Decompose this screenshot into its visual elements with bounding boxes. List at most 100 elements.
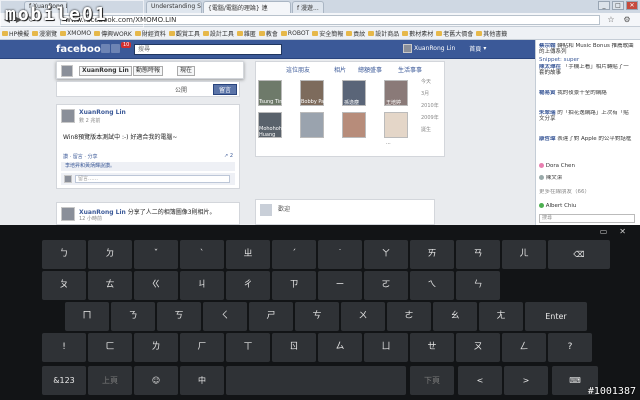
- bookmark-item[interactable]: 老舊大價會: [436, 29, 473, 38]
- bookmark-item[interactable]: 財經資料: [134, 29, 166, 38]
- ticker-item[interactable]: 陳太璋在 「手機上看」相片轉貼了一套的故事: [539, 64, 634, 76]
- friend-name[interactable]: ...: [386, 140, 391, 146]
- privacy-select[interactable]: 公開: [175, 85, 187, 94]
- home-link[interactable]: 首頁: [469, 44, 481, 53]
- tab-life-events[interactable]: 生活事事: [398, 65, 422, 74]
- search-input[interactable]: 搜尋: [134, 44, 282, 55]
- close-icon[interactable]: ✕: [619, 227, 626, 236]
- key[interactable]: ㄣ: [456, 271, 500, 300]
- next-page-key[interactable]: 下頁: [410, 366, 454, 395]
- key[interactable]: ㄚ: [364, 240, 408, 269]
- key[interactable]: ㄙ: [318, 333, 362, 362]
- year-item[interactable]: 2009年: [421, 112, 439, 124]
- key[interactable]: ?: [548, 333, 592, 362]
- key[interactable]: ˙: [318, 240, 362, 269]
- friend-requests-icon[interactable]: [101, 44, 110, 53]
- friend-photo[interactable]: [342, 112, 366, 138]
- chat-contact[interactable]: Albert Chiu: [539, 203, 634, 209]
- post-button[interactable]: 留言: [213, 84, 237, 95]
- friend-name[interactable]: Tsung Ting: [259, 99, 286, 105]
- chat-contact[interactable]: 陳文潔: [539, 175, 634, 181]
- tab-friends[interactable]: 這位朋友: [286, 65, 310, 74]
- key[interactable]: ㄅ: [42, 240, 86, 269]
- key[interactable]: ㄊ: [88, 271, 132, 300]
- bookmark-item[interactable]: 教會: [258, 29, 278, 38]
- bookmark-item[interactable]: 漫瀏覽: [32, 29, 57, 38]
- friend-name[interactable]: 楊秀芳: [344, 140, 359, 147]
- key[interactable]: !: [42, 333, 86, 362]
- key[interactable]: ㄘ: [295, 302, 339, 331]
- bookmark-item[interactable]: 其他書籤: [476, 29, 507, 38]
- close-icon[interactable]: ✕: [626, 1, 638, 10]
- bookmark-item[interactable]: 設計工具: [202, 29, 234, 38]
- key[interactable]: ㄈ: [88, 333, 132, 362]
- key[interactable]: ㄦ: [502, 240, 546, 269]
- friend-photo[interactable]: [300, 112, 324, 138]
- facebook-logo[interactable]: facebook: [56, 44, 107, 55]
- symbols-key[interactable]: &123: [42, 366, 86, 395]
- key[interactable]: ㄋ: [111, 302, 155, 331]
- bookmark-item[interactable]: 數材素材: [402, 29, 433, 38]
- key[interactable]: ㄓ: [226, 240, 270, 269]
- bookmark-item[interactable]: 貢紋: [346, 29, 365, 38]
- dock-icon[interactable]: ▭: [600, 227, 608, 236]
- chevron-down-icon[interactable]: ▾: [483, 45, 486, 52]
- tab-photos[interactable]: 相片: [334, 65, 346, 74]
- key[interactable]: ㄐ: [180, 271, 224, 300]
- liked-by[interactable]: 李培昇和黃炳輝說讚。: [61, 162, 235, 171]
- key[interactable]: ㄝ: [410, 333, 454, 362]
- bookmark-item[interactable]: 設計商品: [368, 29, 399, 38]
- year-item[interactable]: 3月: [421, 88, 439, 100]
- key[interactable]: ㄏ: [180, 333, 224, 362]
- ticker-item[interactable]: 楊易寅 我的夜景十全的網絡: [539, 90, 634, 96]
- friend-photo[interactable]: [384, 112, 408, 138]
- bookmark-item[interactable]: 傳興WORK: [94, 29, 132, 38]
- post-author[interactable]: XuanRong Lin: [79, 109, 126, 116]
- key[interactable]: ㄇ: [65, 302, 109, 331]
- timeline-select[interactable]: 動態時報: [133, 66, 164, 76]
- chat-contact[interactable]: Dora Chen: [539, 163, 634, 169]
- language-key[interactable]: 中: [180, 366, 224, 395]
- key[interactable]: ㄖ: [272, 333, 316, 362]
- like-count[interactable]: ↗ 2: [224, 153, 233, 159]
- key[interactable]: ㄥ: [502, 333, 546, 362]
- bookmark-item[interactable]: 安全簡報: [312, 29, 343, 38]
- tab-events[interactable]: 總額盛事: [358, 65, 382, 74]
- comment-input[interactable]: 留言……: [75, 175, 230, 183]
- key[interactable]: ㄨ: [341, 302, 385, 331]
- year-item[interactable]: 2010年: [421, 100, 439, 112]
- key[interactable]: ㄌ: [134, 333, 178, 362]
- key[interactable]: ㄉ: [88, 240, 132, 269]
- prev-page-key[interactable]: 上頁: [88, 366, 132, 395]
- key[interactable]: ㄧ: [318, 271, 362, 300]
- bookmark-item[interactable]: 觀賞工具: [168, 29, 200, 38]
- post-actions[interactable]: 讚 · 留言 · 分享: [63, 153, 98, 160]
- space-key[interactable]: [226, 366, 406, 395]
- bookmark-item[interactable]: XMOMO: [60, 30, 91, 37]
- messages-icon[interactable]: [111, 44, 120, 53]
- key[interactable]: ㄑ: [203, 302, 247, 331]
- friend-name[interactable]: Bobby Pan: [301, 99, 327, 105]
- ticker-item[interactable]: 康哲瑋 表達了對 Apple 的公平對話框: [539, 136, 634, 142]
- key[interactable]: ㄜ: [387, 302, 431, 331]
- emoji-key[interactable]: ☺: [134, 366, 178, 395]
- bookmark-item[interactable]: ROBOT: [280, 30, 309, 37]
- more-online-link[interactable]: 更多在線朋友（66）: [539, 189, 634, 195]
- key[interactable]: ㄛ: [364, 271, 408, 300]
- arrow-right-key[interactable]: >: [504, 366, 548, 395]
- time-select[interactable]: 現在: [177, 66, 196, 76]
- posting-as[interactable]: XuanRong Lin: [79, 66, 132, 76]
- arrow-left-key[interactable]: <: [458, 366, 502, 395]
- key[interactable]: ㄢ: [456, 240, 500, 269]
- maximize-icon[interactable]: □: [612, 1, 624, 10]
- ticker-item[interactable]: 朱翠瑞 的「拍花逸網路」上次有「貼文分享: [539, 110, 634, 122]
- key[interactable]: ㄩ: [364, 333, 408, 362]
- key[interactable]: ㄒ: [226, 333, 270, 362]
- key[interactable]: ㄍ: [134, 271, 178, 300]
- browser-tab[interactable]: f 漫遊...: [292, 1, 324, 13]
- key[interactable]: ㄡ: [456, 333, 500, 362]
- backspace-key[interactable]: ⌫: [548, 240, 610, 269]
- key[interactable]: ㄗ: [272, 271, 316, 300]
- key[interactable]: ㄤ: [479, 302, 523, 331]
- bookmark-item[interactable]: 雜匿: [236, 29, 256, 38]
